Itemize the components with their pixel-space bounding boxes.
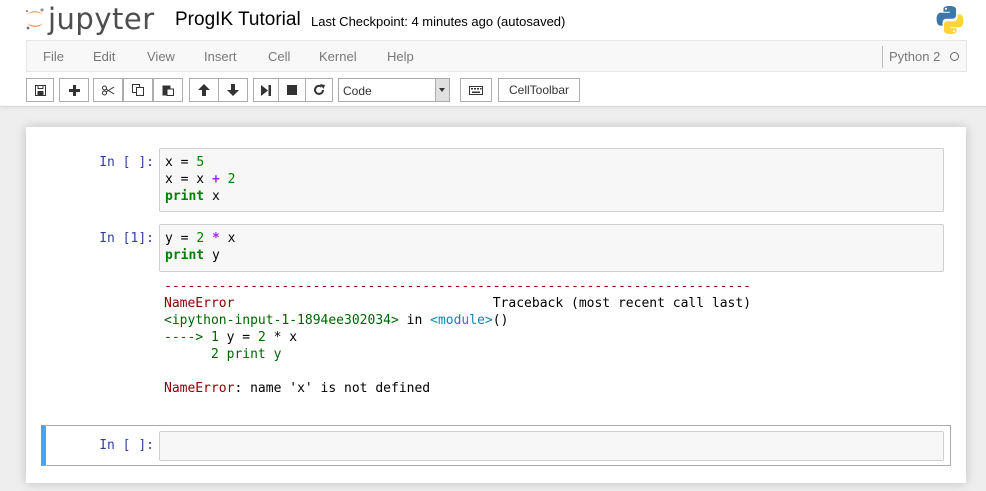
jupyter-icon bbox=[26, 8, 44, 30]
keyword: print bbox=[165, 248, 205, 263]
code-cell-input-empty[interactable] bbox=[159, 431, 944, 461]
jupyter-wordmark: jupyter bbox=[48, 2, 155, 36]
error-message: : name 'x' is not defined bbox=[234, 381, 431, 396]
restart-button[interactable] bbox=[305, 78, 333, 102]
header: jupyter ProgIK Tutorial Last Checkpoint:… bbox=[0, 0, 986, 107]
cut-button[interactable] bbox=[93, 78, 123, 102]
menu-file[interactable]: File bbox=[43, 49, 64, 64]
run-button[interactable] bbox=[253, 78, 279, 102]
move-down-button[interactable] bbox=[218, 78, 248, 102]
insert-cell-button[interactable] bbox=[59, 78, 89, 102]
menu-cell[interactable]: Cell bbox=[268, 49, 290, 64]
traceback-header: Traceback (most recent call last) bbox=[492, 296, 752, 311]
plus-icon bbox=[68, 84, 80, 96]
paste-icon bbox=[162, 85, 174, 96]
stop-icon bbox=[287, 85, 297, 95]
cell-prompt: In [ ]: bbox=[99, 155, 154, 170]
num-literal: 2 bbox=[196, 231, 205, 246]
module-ref: <module> bbox=[430, 313, 493, 328]
menu-insert[interactable]: Insert bbox=[204, 49, 237, 64]
error-name: NameError bbox=[164, 296, 235, 311]
checkpoint-status: Last Checkpoint: 4 minutes ago (autosave… bbox=[311, 14, 566, 29]
interrupt-button[interactable] bbox=[278, 78, 306, 102]
kernel-idle-indicator-icon bbox=[950, 52, 959, 61]
code-cell-input[interactable]: x = 5 x = x + 2 print x bbox=[159, 148, 944, 212]
cell-type-select[interactable]: Code bbox=[338, 78, 450, 102]
jupyter-logo[interactable]: jupyter bbox=[24, 2, 155, 36]
menu-help[interactable]: Help bbox=[387, 49, 414, 64]
input-ref: <ipython-input-1-1894ee302034> bbox=[164, 313, 399, 328]
notebook-name[interactable]: ProgIK Tutorial bbox=[175, 9, 301, 31]
menu-view[interactable]: View bbox=[147, 49, 175, 64]
save-button[interactable] bbox=[26, 78, 54, 102]
paste-button[interactable] bbox=[153, 78, 183, 102]
chevron-down-icon bbox=[435, 79, 449, 101]
arrow-down-icon bbox=[227, 84, 239, 96]
restart-icon bbox=[314, 84, 325, 95]
code-text: x = 5 x = x + 2 print x bbox=[165, 155, 236, 204]
code-text: y = 2 * x print y bbox=[165, 231, 236, 263]
kernel-name: Python 2 bbox=[889, 49, 941, 64]
toolbar: Code CellToolbar bbox=[0, 77, 986, 103]
celltoolbar-button[interactable]: CellToolbar bbox=[498, 78, 580, 102]
cut-icon bbox=[101, 85, 114, 95]
move-up-button[interactable] bbox=[189, 78, 219, 102]
save-icon bbox=[34, 84, 46, 96]
kernel-separator bbox=[882, 46, 883, 68]
header-divider bbox=[0, 106, 986, 107]
num-literal: 2 bbox=[227, 172, 236, 187]
num-literal: 5 bbox=[196, 155, 205, 170]
operator: + bbox=[211, 172, 220, 187]
output-dashes: ----------------------------------------… bbox=[164, 279, 751, 294]
arrow-up-icon bbox=[198, 84, 210, 96]
step-forward-icon bbox=[261, 84, 271, 96]
arrow-line-prefix: ----> 1 bbox=[164, 330, 227, 345]
cell-prompt: In [ ]: bbox=[99, 438, 154, 453]
final-error-name: NameError bbox=[164, 381, 235, 396]
in-word: in bbox=[406, 313, 423, 328]
paren: () bbox=[492, 313, 509, 328]
menubar: File Edit View Insert Cell Kernel Help P… bbox=[26, 40, 967, 72]
menu-kernel[interactable]: Kernel bbox=[319, 49, 357, 64]
cell-type-value: Code bbox=[343, 84, 372, 98]
error-output: ----------------------------------------… bbox=[164, 278, 751, 397]
command-palette-button[interactable] bbox=[460, 78, 492, 102]
copy-button[interactable] bbox=[123, 78, 153, 102]
arrow-line-code: y = 2 * x bbox=[226, 330, 298, 345]
copy-icon bbox=[132, 84, 144, 96]
cell-prompt: In [1]: bbox=[99, 231, 154, 246]
keyword: print bbox=[165, 189, 205, 204]
python-logo-icon bbox=[936, 6, 964, 34]
code-cell-input[interactable]: y = 2 * x print y bbox=[159, 224, 944, 272]
operator: * bbox=[211, 231, 220, 246]
traceback-line-2: 2 print y bbox=[164, 347, 282, 362]
menu-edit[interactable]: Edit bbox=[93, 49, 115, 64]
keyboard-icon bbox=[469, 85, 483, 95]
notebook-container: In [ ]: x = 5 x = x + 2 print x In [1]: … bbox=[26, 127, 966, 483]
